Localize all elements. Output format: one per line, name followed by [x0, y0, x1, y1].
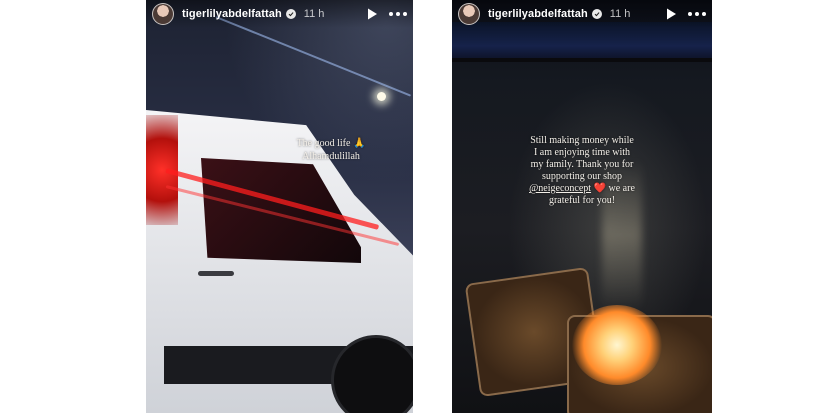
story-header: tigerlilyabdelfattah 11 h	[452, 0, 712, 28]
caption-text: we are	[606, 183, 635, 194]
avatar[interactable]	[152, 3, 174, 25]
caption-line: grateful for you!	[548, 195, 616, 206]
story-right[interactable]: tigerlilyabdelfattah 11 h Still making m…	[452, 0, 712, 413]
mention-link[interactable]: @neigeconcept	[529, 183, 591, 194]
timestamp: 11 h	[303, 8, 325, 20]
story-caption: The good life 🙏 Alhamdulillah	[286, 137, 376, 163]
fire	[572, 305, 662, 385]
play-icon[interactable]	[365, 7, 379, 21]
timestamp: 11 h	[609, 8, 631, 20]
caption-line: supporting our shop	[542, 171, 622, 182]
caption-line: The good life 🙏	[296, 138, 366, 149]
caption-line: I am enjoying time with	[533, 147, 631, 158]
caption-line: my family. Thank you for	[530, 159, 634, 170]
story-left[interactable]: tigerlilyabdelfattah 11 h The good life …	[146, 0, 413, 413]
water	[452, 22, 712, 62]
door-handle	[198, 271, 234, 276]
username[interactable]: tigerlilyabdelfattah	[182, 8, 282, 20]
avatar[interactable]	[458, 3, 480, 25]
story-header: tigerlilyabdelfattah 11 h	[146, 0, 413, 28]
verified-badge-icon	[591, 9, 602, 19]
caption-line: @neigeconcept ❤️ we are	[460, 183, 704, 195]
heart-icon: ❤️	[593, 183, 607, 194]
caption-line: Alhamdulillah	[302, 151, 360, 162]
more-icon[interactable]	[389, 7, 407, 21]
play-icon[interactable]	[664, 7, 678, 21]
moon	[377, 92, 386, 101]
caption-line: Still making money while	[530, 135, 634, 146]
username[interactable]: tigerlilyabdelfattah	[488, 8, 588, 20]
verified-badge-icon	[285, 9, 296, 19]
shoreline	[452, 58, 712, 62]
more-icon[interactable]	[688, 7, 706, 21]
story-caption: Still making money while I am enjoying t…	[460, 135, 704, 207]
